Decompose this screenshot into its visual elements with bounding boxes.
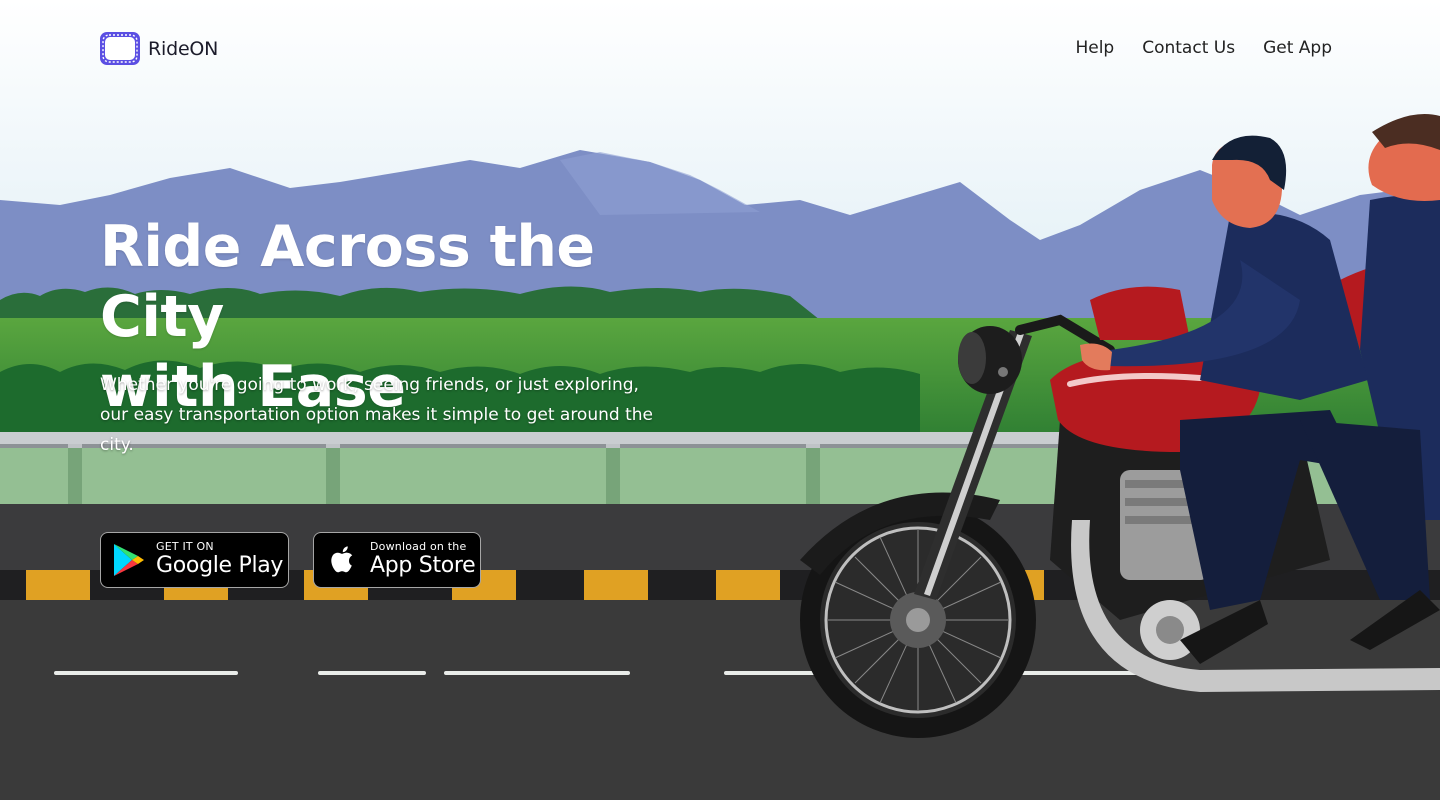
google-play-small-text: GET IT ON <box>156 540 214 553</box>
nav-link-contact-us[interactable]: Contact Us <box>1142 38 1235 58</box>
google-play-button[interactable]: GET IT ON Google Play <box>100 532 289 588</box>
brand-logo[interactable]: RideON <box>100 32 218 65</box>
navbar: RideON Help Contact Us Get App <box>0 0 1440 98</box>
app-store-button[interactable]: Download on the App Store <box>313 532 481 588</box>
hero-title-line1: Ride Across the City <box>100 214 595 350</box>
hero-subtitle: Whether you're going to work, seeing fri… <box>100 375 653 455</box>
apple-icon <box>331 546 353 573</box>
app-store-small-text: Download on the <box>370 540 467 553</box>
nav-links: Help Contact Us Get App <box>1075 38 1332 58</box>
google-play-label: Google Play <box>156 553 284 578</box>
app-store-label: App Store <box>370 553 476 578</box>
store-buttons: GET IT ON Google Play Download on the Ap… <box>100 532 481 588</box>
google-play-icon <box>114 544 144 576</box>
nav-link-get-app[interactable]: Get App <box>1263 38 1332 58</box>
nav-link-help[interactable]: Help <box>1075 38 1114 58</box>
brand-name: RideON <box>148 37 219 60</box>
rideon-logo-icon <box>100 32 140 65</box>
